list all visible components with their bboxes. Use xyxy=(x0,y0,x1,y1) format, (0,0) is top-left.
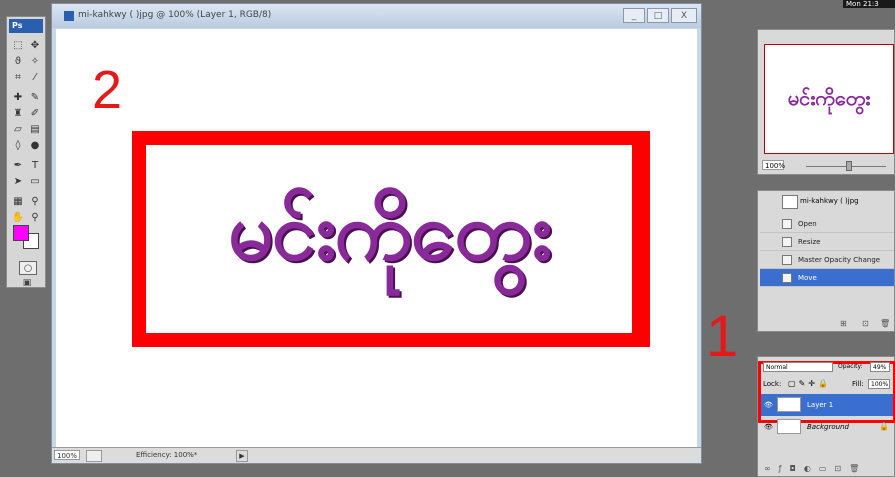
lock-position-icon[interactable]: ✛ xyxy=(808,379,818,388)
fill-field[interactable]: 100% xyxy=(868,379,890,389)
notes-icon[interactable]: ▦ xyxy=(10,195,26,209)
step-1-annotation: 1 xyxy=(706,304,739,369)
red-border-frame: မင်းကိုတွေး xyxy=(132,131,650,347)
history-step-icon xyxy=(782,273,792,283)
navigator-panel: မင်းကိုတွေး 100% xyxy=(757,29,895,175)
brush-icon[interactable]: ✎ xyxy=(27,91,43,105)
adjustment-layer-icon[interactable]: ◐ xyxy=(804,464,819,473)
status-nav-button[interactable] xyxy=(86,450,102,462)
crop-icon[interactable]: ⌗ xyxy=(10,71,26,85)
status-bar: 100% Efficiency: 100%* ▶ xyxy=(52,447,701,463)
document-title: mi-kahkwy ( )jpg @ 100% (Layer 1, RGB/8) xyxy=(78,10,272,20)
lock-options[interactable]: ▢✎✛🔒 xyxy=(788,379,831,389)
marquee-icon[interactable]: ⬚ xyxy=(10,39,26,53)
menubar-clock: Mon 21:3 xyxy=(843,0,895,8)
photoshop-logo: Ps xyxy=(9,19,43,33)
blur-icon[interactable]: ◊ xyxy=(10,139,26,153)
history-step-icon xyxy=(782,237,792,247)
visibility-eye-icon[interactable]: 👁 xyxy=(764,394,773,416)
navigator-preview-text: မင်းကိုတွေး xyxy=(787,86,871,110)
history-step-icon xyxy=(782,255,792,265)
close-button[interactable]: X xyxy=(671,8,697,23)
layer-row-layer-1[interactable]: 👁 Layer 1 xyxy=(761,394,893,416)
tools-palette: Ps ⬚ ✥ ϑ ✧ ⌗ ⁄ ✚ ✎ ♜ ✐ ▱ ▤ ◊ ● ✒ T ➤ ▭ ▦… xyxy=(6,16,46,288)
lock-image-icon[interactable]: ✎ xyxy=(799,379,809,388)
navigator-preview[interactable]: မင်းကိုတွေး xyxy=(764,44,894,154)
layer-style-icon[interactable]: ƒ xyxy=(779,464,790,473)
type-icon[interactable]: T xyxy=(27,159,43,173)
history-item[interactable]: Open xyxy=(760,215,894,233)
gradient-icon[interactable]: ▤ xyxy=(27,123,43,137)
move-icon[interactable]: ✥ xyxy=(27,39,43,53)
shape-icon[interactable]: ▭ xyxy=(27,175,43,189)
history-item[interactable]: Master Opacity Change xyxy=(760,251,894,269)
slice-icon[interactable]: ⁄ xyxy=(27,71,43,85)
quick-mask-icon[interactable]: ◯ xyxy=(19,261,37,275)
history-item[interactable]: Resize xyxy=(760,233,894,251)
lock-all-icon[interactable]: 🔒 xyxy=(818,379,831,388)
delete-layer-icon[interactable]: 🗑 xyxy=(849,464,867,473)
layer-thumbnail xyxy=(777,419,801,434)
efficiency-readout: Efficiency: 100%* xyxy=(136,451,198,459)
hand-icon[interactable]: ✋ xyxy=(10,211,26,225)
layers-footer-buttons: ∞ƒ◘◐▭⊡🗑 xyxy=(764,464,867,473)
delete-state-icon[interactable]: 🗑 xyxy=(880,319,890,328)
eyedropper-icon[interactable]: ⚲ xyxy=(27,195,43,209)
history-item-selected[interactable]: Move xyxy=(760,269,894,287)
history-step-icon xyxy=(782,219,792,229)
layer-thumbnail xyxy=(777,397,801,412)
layers-panel: Normal Opacity: 49% Lock: ▢✎✛🔒 Fill: 100… xyxy=(757,356,895,477)
eraser-icon[interactable]: ▱ xyxy=(10,123,26,137)
navigator-zoom-field[interactable]: 100% xyxy=(762,160,785,170)
history-panel: mi-kahkwy ( )jpg Open Resize Master Opac… xyxy=(757,190,895,332)
lock-label: Lock: xyxy=(763,380,782,388)
history-snapshot-thumb[interactable] xyxy=(782,195,798,209)
zoom-level-field[interactable]: 100% xyxy=(54,450,80,460)
history-brush-icon[interactable]: ✐ xyxy=(27,107,43,121)
maximize-button[interactable]: □ xyxy=(647,8,669,23)
step-2-annotation: 2 xyxy=(92,60,123,120)
new-layer-icon[interactable]: ⊡ xyxy=(834,464,849,473)
link-layers-icon[interactable]: ∞ xyxy=(764,464,779,473)
layer-name: Layer 1 xyxy=(807,401,834,409)
fill-label: Fill: xyxy=(852,380,864,388)
healing-icon[interactable]: ✚ xyxy=(10,91,26,105)
navigator-slider-handle[interactable] xyxy=(846,161,852,171)
screen-mode-icon[interactable]: ▣ xyxy=(19,277,35,289)
stamp-icon[interactable]: ♜ xyxy=(10,107,26,121)
zoom-icon[interactable]: ⚲ xyxy=(27,211,43,225)
layer-mask-icon[interactable]: ◘ xyxy=(790,464,804,473)
new-document-from-state-icon[interactable]: ⊞ xyxy=(840,319,847,328)
photoshop-doc-icon xyxy=(64,11,74,21)
layer-row-background[interactable]: 👁 Background 🔒 xyxy=(761,416,893,438)
path-select-icon[interactable]: ➤ xyxy=(10,175,26,189)
status-menu-arrow-icon[interactable]: ▶ xyxy=(236,450,248,462)
minimize-button[interactable]: _ xyxy=(623,8,645,23)
document-canvas[interactable]: 2 မင်းကိုတွေး xyxy=(56,29,697,449)
opacity-field[interactable]: 49% xyxy=(870,362,890,372)
pen-icon[interactable]: ✒ xyxy=(10,159,26,173)
new-group-icon[interactable]: ▭ xyxy=(819,464,835,473)
new-snapshot-icon[interactable]: ⊡ xyxy=(862,319,869,328)
layer-lock-icon: 🔒 xyxy=(879,422,889,431)
lock-transparent-icon[interactable]: ▢ xyxy=(788,379,799,388)
layer-name: Background xyxy=(807,423,849,431)
dodge-icon[interactable]: ● xyxy=(27,139,43,153)
magic-wand-icon[interactable]: ✧ xyxy=(27,55,43,69)
lasso-icon[interactable]: ϑ xyxy=(10,55,26,69)
document-window: mi-kahkwy ( )jpg @ 100% (Layer 1, RGB/8)… xyxy=(51,3,702,464)
document-title-bar[interactable]: mi-kahkwy ( )jpg @ 100% (Layer 1, RGB/8)… xyxy=(52,4,701,28)
opacity-label: Opacity: xyxy=(838,363,863,370)
history-snapshot-label[interactable]: mi-kahkwy ( )jpg xyxy=(800,197,859,205)
canvas-burmese-text: မင်းကိုတွေး xyxy=(227,185,552,278)
visibility-eye-icon[interactable]: 👁 xyxy=(764,416,773,438)
foreground-color-swatch[interactable] xyxy=(13,225,29,241)
blend-mode-select[interactable]: Normal xyxy=(763,362,833,372)
